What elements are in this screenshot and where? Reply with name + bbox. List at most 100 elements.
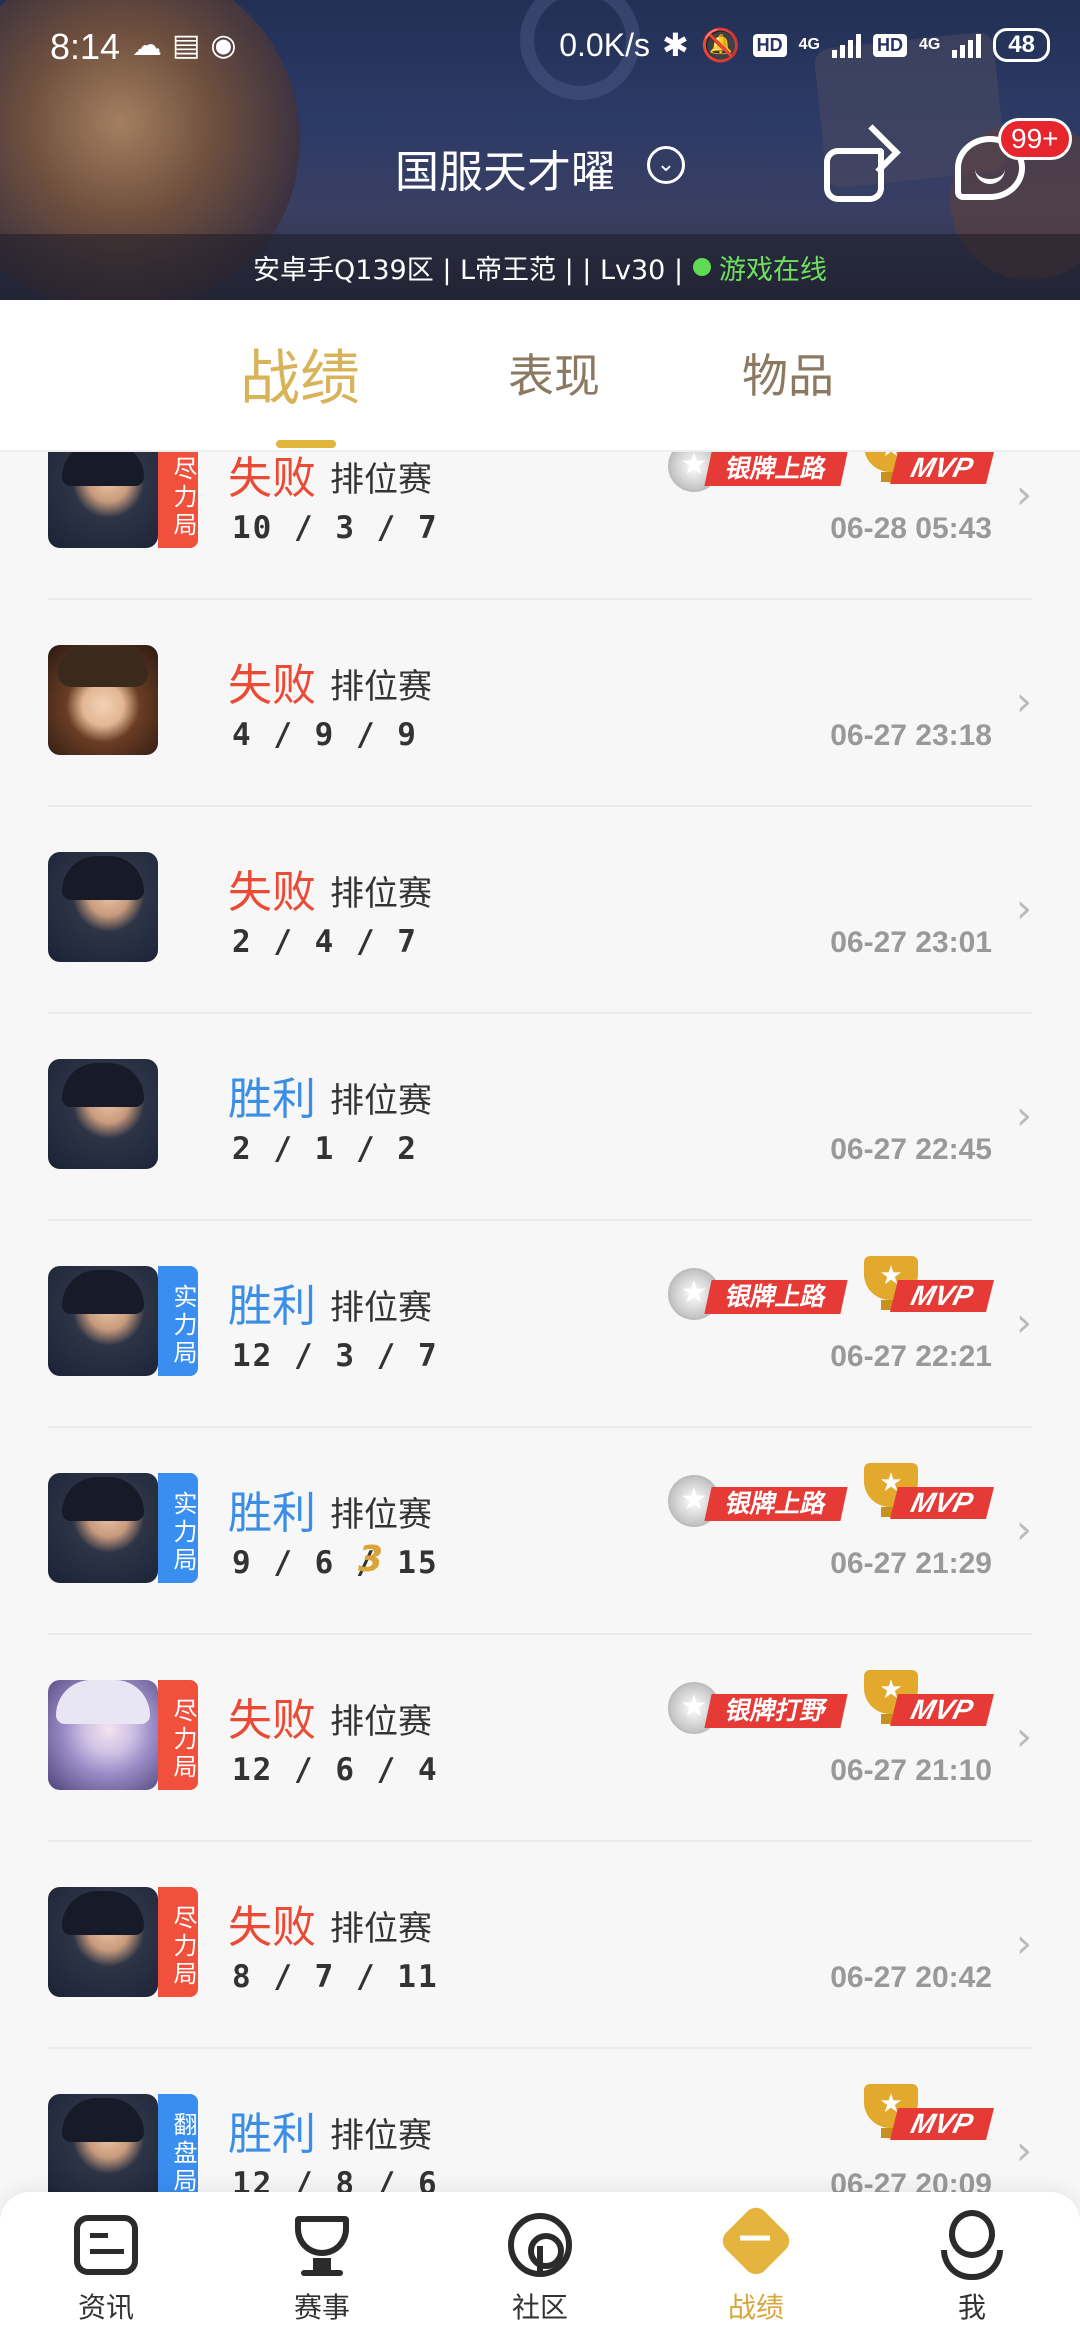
- hd-icon: HD: [872, 33, 907, 57]
- tab-performance[interactable]: 表现: [508, 340, 600, 406]
- hero-avatar: [48, 1680, 158, 1790]
- match-row[interactable]: 尽力局 失败 排位赛 12 / 6 / 4 ★ 银牌打野 ★ MVP 06-27 21:10 ›: [48, 1636, 1032, 1842]
- match-result: 胜利: [228, 2109, 316, 2160]
- match-tag: 实力局: [158, 1473, 198, 1583]
- mvp-badge: ★MVP: [858, 2084, 994, 2144]
- mute-icon: 🔕: [700, 27, 741, 63]
- nav-events[interactable]: 赛事: [252, 2210, 392, 2326]
- chevron-right-icon[interactable]: ›: [1016, 679, 1032, 725]
- hero-avatar: [48, 1473, 158, 1583]
- account-title[interactable]: 国服天才曜: [395, 136, 615, 200]
- match-date: 06-27 20:42: [830, 1961, 992, 1994]
- nav-news[interactable]: 资讯: [36, 2210, 176, 2326]
- match-kda: 8 / 7 / 11: [232, 1959, 439, 1995]
- hero-avatar-wrap: 尽力局: [48, 452, 198, 548]
- match-mode: 排位赛: [330, 1081, 432, 1121]
- match-row[interactable]: 实力局 胜利 排位赛 9 / 6 / 15 3 ★ 银牌上路 ★ MVP 06-27 21:29 ›: [48, 1429, 1032, 1635]
- chevron-right-icon[interactable]: ›: [1016, 2128, 1032, 2174]
- match-mode: 排位赛: [330, 2116, 432, 2156]
- match-tag: 翻盘局: [158, 2094, 198, 2192]
- trophy-icon: [287, 2210, 357, 2280]
- mvp-label: MVP: [890, 452, 994, 484]
- match-row[interactable]: 尽力局 失败 排位赛 8 / 7 / 11 06-27 20:42 ›: [48, 1843, 1032, 2049]
- match-date: 06-27 22:45: [830, 1133, 992, 1166]
- mvp-label: MVP: [890, 1280, 994, 1312]
- medal-label: 银牌上路: [704, 452, 848, 486]
- match-kda: 2 / 1 / 2: [232, 1131, 418, 1167]
- hd-icon: HD: [752, 33, 787, 57]
- chevron-right-icon[interactable]: ›: [1016, 1714, 1032, 1760]
- match-result: 失败: [228, 453, 316, 504]
- chevron-right-icon[interactable]: ›: [1016, 472, 1032, 518]
- match-mode: 排位赛: [330, 1702, 432, 1742]
- tab-bar: 战绩 表现 物品: [0, 300, 1080, 452]
- match-row[interactable]: 翻盘局 胜利 排位赛 12 / 8 / 6 ★ MVP 06-27 20:09 ›: [48, 2050, 1032, 2192]
- notification-badge: 99+: [998, 118, 1072, 160]
- chevron-right-icon[interactable]: ›: [1016, 1093, 1032, 1139]
- mvp-badge: ★MVP: [858, 1670, 994, 1730]
- match-tag: 尽力局: [158, 1680, 198, 1790]
- match-list[interactable]: 尽力局失败排位赛10 / 3 / 7★银牌上路★MVP06-28 05:43›失…: [0, 452, 1080, 2192]
- account-switcher[interactable]: 国服天才曜 ⌄: [0, 130, 1080, 200]
- share-button[interactable]: [822, 124, 901, 204]
- match-row[interactable]: 失败 排位赛 2 / 4 / 7 06-27 23:01 ›: [48, 808, 1032, 1014]
- mvp-badge: ★MVP: [858, 452, 994, 488]
- match-kda: 4 / 9 / 9: [232, 717, 418, 753]
- chevron-down-icon[interactable]: ⌄: [647, 146, 685, 184]
- match-row[interactable]: 胜利 排位赛 2 / 1 / 2 06-27 22:45 ›: [48, 1015, 1032, 1221]
- nav-label: 战绩: [727, 2291, 784, 2324]
- match-tag: 尽力局: [158, 1887, 198, 1997]
- hero-avatar: [48, 1887, 158, 1997]
- match-mode: 排位赛: [330, 1288, 432, 1328]
- match-row[interactable]: 失败 排位赛 4 / 9 / 9 06-27 23:18 ›: [48, 601, 1032, 807]
- battery-icon: 48: [993, 28, 1050, 62]
- tab-items[interactable]: 物品: [742, 340, 834, 406]
- chevron-right-icon[interactable]: ›: [1016, 886, 1032, 932]
- match-date: 06-27 23:01: [830, 926, 992, 959]
- match-tag: 实力局: [158, 1266, 198, 1376]
- chevron-right-icon[interactable]: ›: [1016, 1921, 1032, 1967]
- match-kda: 10 / 3 / 7: [232, 510, 439, 546]
- bottom-nav: 资讯 赛事 社区 战绩 我: [0, 2192, 1080, 2340]
- mvp-badge: ★MVP: [858, 1463, 994, 1523]
- match-date: 06-27 22:21: [830, 1340, 992, 1373]
- match-result: 失败: [228, 660, 316, 711]
- hero-avatar: [48, 645, 158, 755]
- match-kda: 12 / 8 / 6: [232, 2166, 439, 2192]
- community-icon: [505, 2210, 575, 2280]
- match-date: 06-27 21:10: [830, 1754, 992, 1787]
- signal-icon: [952, 32, 982, 58]
- profile-icon: [937, 2210, 1007, 2280]
- status-bar: 8:14 ☁ ▤ ◉ 0.0K/s ✱ 🔕 HD 4G HD 4G 48: [0, 0, 1080, 100]
- bluetooth-icon: ✱: [661, 27, 689, 63]
- nav-label: 我: [957, 2291, 986, 2324]
- nav-community[interactable]: 社区: [470, 2210, 610, 2326]
- match-result: 失败: [228, 867, 316, 918]
- match-row[interactable]: 实力局 胜利 排位赛 12 / 3 / 7 ★ 银牌上路 ★ MVP 06-27 22:21 ›: [48, 1222, 1032, 1428]
- app-icon: ◉: [210, 28, 237, 63]
- weather-icon: ☁: [132, 28, 162, 63]
- nav-me[interactable]: 我: [902, 2210, 1042, 2326]
- match-kda: 2 / 4 / 7: [232, 924, 418, 960]
- nav-stats[interactable]: 战绩: [686, 2202, 826, 2326]
- match-kda: 12 / 6 / 4: [232, 1752, 439, 1788]
- match-row[interactable]: 尽力局失败排位赛10 / 3 / 7★银牌上路★MVP06-28 05:43›: [48, 452, 1032, 600]
- mvp-label: MVP: [890, 1694, 994, 1726]
- match-result: 胜利: [228, 1074, 316, 1125]
- hero-avatar: [48, 852, 158, 962]
- chevron-right-icon[interactable]: ›: [1016, 1300, 1032, 1346]
- match-mode: 排位赛: [330, 1909, 432, 1949]
- match-result: 失败: [228, 1695, 316, 1746]
- account-info-bar: 安卓手Q139区 | L帝王范 | | Lv30 | 游戏在线: [0, 234, 1080, 300]
- hero-avatar-wrap: 实力局: [48, 1473, 198, 1583]
- hero-avatar-wrap: [48, 1059, 198, 1169]
- hero-avatar: [48, 452, 158, 548]
- hero-avatar-wrap: 实力局: [48, 1266, 198, 1376]
- tab-record[interactable]: 战绩: [240, 330, 360, 417]
- chevron-right-icon[interactable]: ›: [1016, 1507, 1032, 1553]
- match-result: 失败: [228, 1902, 316, 1953]
- mvp-label: MVP: [890, 1487, 994, 1519]
- stats-icon: [717, 2202, 795, 2280]
- status-time: 8:14: [50, 26, 121, 67]
- match-tag: 尽力局: [158, 452, 198, 548]
